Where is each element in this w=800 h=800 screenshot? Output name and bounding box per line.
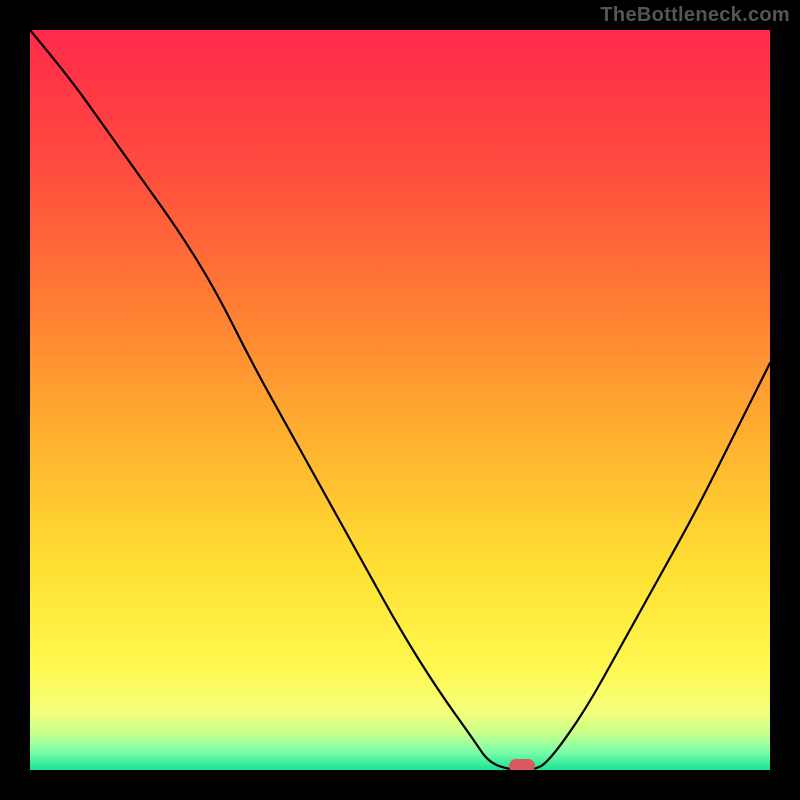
- left-axis-border: [0, 30, 30, 770]
- optimal-point-marker: [509, 759, 535, 770]
- plot-area: [30, 30, 770, 770]
- bottom-axis-border: [0, 770, 800, 800]
- bottleneck-curve: [30, 30, 770, 770]
- watermark-text: TheBottleneck.com: [600, 4, 790, 27]
